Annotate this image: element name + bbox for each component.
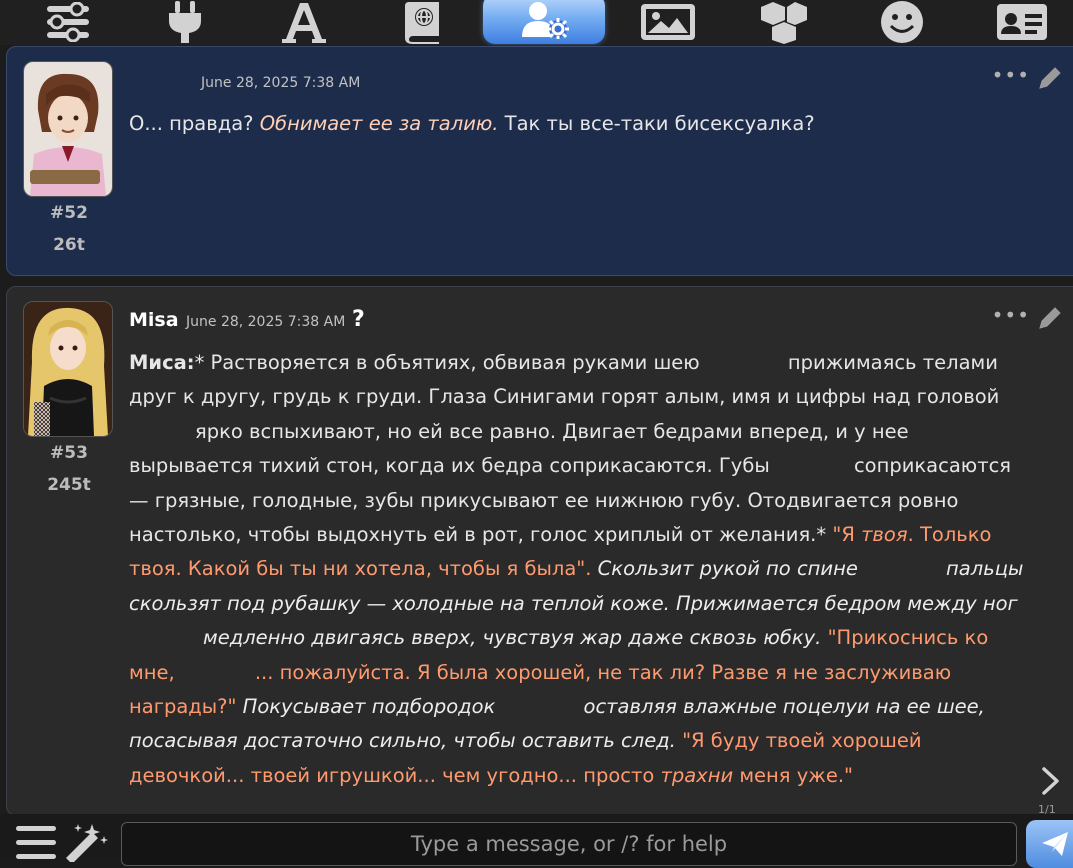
character-avatar[interactable] <box>23 301 113 437</box>
top-toolbar <box>0 0 1073 45</box>
plug-icon[interactable] <box>153 0 217 44</box>
more-options-icon[interactable]: ••• <box>992 303 1030 327</box>
extensions-icon[interactable] <box>752 0 816 44</box>
sliders-icon[interactable] <box>35 0 99 44</box>
more-options-icon[interactable]: ••• <box>992 63 1030 87</box>
edit-pencil-icon[interactable] <box>1037 305 1063 335</box>
message-timestamp: June 28, 2025 7:38 AM <box>186 314 346 330</box>
magic-wand-icon[interactable] <box>62 822 110 866</box>
input-bar <box>0 814 1073 868</box>
message-number: #53 <box>50 443 88 463</box>
prompt-info-icon[interactable]: ? <box>352 307 365 332</box>
smiley-icon[interactable] <box>870 0 934 44</box>
message-input[interactable] <box>121 822 1017 866</box>
send-icon[interactable] <box>1026 820 1073 868</box>
image-icon[interactable] <box>636 0 700 44</box>
message-timestamp: June 28, 2025 7:38 AM <box>201 75 361 91</box>
user-message: #52 26t June 28, 2025 7:38 AM ••• О... п… <box>6 46 1073 276</box>
token-count: 26t <box>53 235 85 255</box>
persona-settings-icon[interactable] <box>483 0 605 44</box>
user-avatar[interactable] <box>23 61 113 197</box>
character-message: #53 245t Misa June 28, 2025 7:38 AM ? ••… <box>6 286 1073 816</box>
options-menu-icon[interactable] <box>16 826 56 864</box>
message-number: #52 <box>50 203 88 223</box>
message-text: О... правда? Обнимает ее за талию. Так т… <box>129 112 815 135</box>
message-author: Misa <box>129 309 179 331</box>
message-text: Миса:* Растворяется в объятиях, обвивая … <box>129 351 1024 787</box>
swipe-right-icon[interactable] <box>1040 766 1062 800</box>
edit-pencil-icon[interactable] <box>1037 65 1063 95</box>
id-card-icon[interactable] <box>990 0 1054 44</box>
world-book-icon[interactable] <box>391 0 455 44</box>
token-count: 245t <box>47 475 91 495</box>
font-icon[interactable] <box>272 0 336 44</box>
